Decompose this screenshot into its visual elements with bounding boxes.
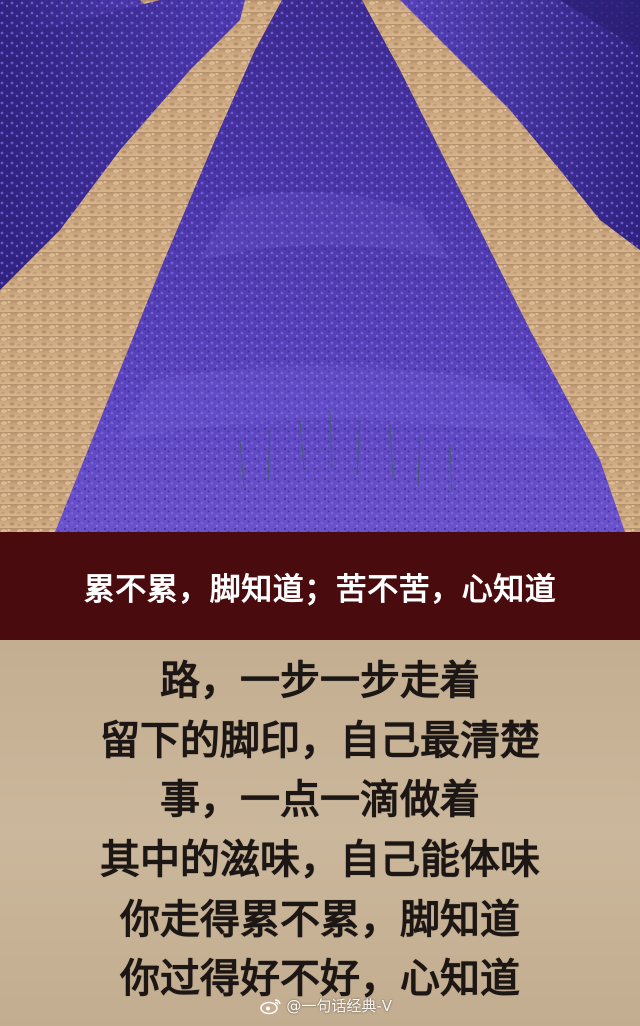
page: 累不累，脚知道；苦不苦，心知道 路，一步一步走着 留下的脚印，自己最清楚 事，一… <box>0 0 640 1026</box>
poem-line-3: 事，一点一滴做着 <box>160 777 480 823</box>
lavender-field-photo <box>0 0 640 532</box>
title-text: 累不累，脚知道；苦不苦，心知道 <box>83 571 557 608</box>
title-band: 累不累，脚知道；苦不苦，心知道 <box>0 532 640 640</box>
weibo-icon <box>260 997 282 1015</box>
watermark-handle: @一句话经典-V <box>286 997 392 1015</box>
lavender-field-image <box>0 0 640 532</box>
poem-line-4: 其中的滋味，自己能体味 <box>100 837 540 883</box>
poem-line-2: 留下的脚印，自己最清楚 <box>100 718 540 764</box>
poem-line-1: 路，一步一步走着 <box>160 658 480 704</box>
poem-section: 路，一步一步走着 留下的脚印，自己最清楚 事，一点一滴做着 其中的滋味，自己能体… <box>0 640 640 1026</box>
watermark: @一句话经典-V <box>260 995 392 1016</box>
poem-line-5: 你走得累不累，脚知道 <box>120 897 520 943</box>
